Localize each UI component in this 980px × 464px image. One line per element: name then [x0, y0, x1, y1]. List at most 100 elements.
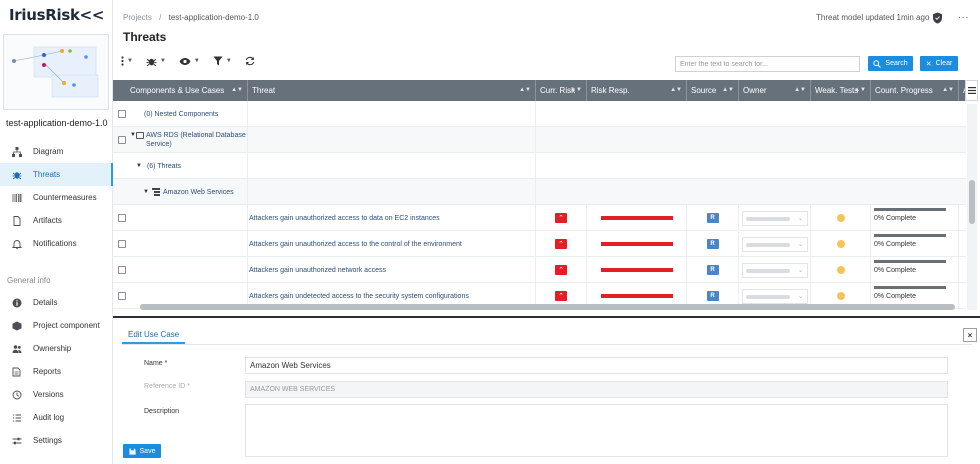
search-input[interactable] — [675, 56, 860, 72]
threats-group-label[interactable]: (6) Threats — [147, 163, 181, 170]
nested-components-link[interactable]: (0) Nested Components — [144, 111, 218, 118]
table-row[interactable]: Attackers gain unauthorized access to da… — [113, 205, 966, 231]
sidebar-item-settings[interactable]: Settings — [0, 429, 113, 452]
column-header-components[interactable]: Components & Use Cases ▲▼ — [113, 80, 248, 101]
sidebar-item-countermeasures[interactable]: Countermeasures — [0, 186, 113, 209]
reference-id-field — [245, 381, 948, 398]
owner-select[interactable]: ⌄ — [741, 288, 808, 304]
row-checkbox[interactable] — [118, 110, 126, 118]
column-menu-button[interactable] — [965, 80, 978, 101]
table-header: Components & Use Cases ▲▼ Threat ▲▼ Curr. … — [113, 80, 966, 101]
horizontal-scrollbar[interactable] — [140, 304, 955, 310]
threat-options-button[interactable]: ▼ — [146, 56, 166, 67]
sidebar-item-ownership[interactable]: Ownership — [0, 337, 113, 360]
file-icon — [11, 215, 23, 227]
table-row[interactable]: ▼ (6) Threats — [113, 153, 966, 179]
source-cell: R — [687, 231, 739, 257]
component-cell — [113, 205, 248, 231]
caret-down-icon[interactable]: ▼ — [143, 189, 149, 195]
name-field[interactable] — [245, 357, 948, 374]
column-header-label: Count. Progress — [875, 86, 933, 95]
chevron-down-icon: ⌄ — [797, 214, 804, 222]
sidebar-item-versions[interactable]: Versions — [0, 383, 113, 406]
shield-icon[interactable] — [932, 12, 943, 26]
table-row[interactable]: ▼ AWS RDS (Relational Database Service) — [113, 127, 966, 153]
search-icon — [873, 59, 882, 68]
sidebar-item-threats[interactable]: Threats — [0, 163, 113, 186]
sidebar-item-notifications[interactable]: Notifications — [0, 232, 113, 255]
bell-icon — [11, 238, 23, 250]
sidebar-item-label: Threats — [33, 170, 61, 179]
threat-name[interactable]: Attackers gain unauthorized access to da… — [249, 215, 440, 222]
progress-cell: 0% Complete — [871, 231, 959, 257]
high-risk-icon[interactable]: ⌃ — [555, 239, 567, 249]
column-header-source[interactable]: Source ▲▼ — [687, 80, 739, 101]
chevron-down-icon: ⌄ — [797, 240, 804, 248]
list-icon — [11, 412, 23, 424]
owner-select[interactable]: ⌄ — [741, 236, 808, 252]
use-case-label[interactable]: Amazon Web Services — [163, 189, 234, 196]
test-status-dot — [836, 240, 845, 248]
chevron-down-icon: ⌄ — [797, 266, 804, 274]
tab-edit-use-case[interactable]: Edit Use Case — [122, 326, 186, 344]
column-header-countermeasure-progress[interactable]: Count. Progress ▲▼ — [871, 80, 959, 101]
owner-select[interactable]: ⌄ — [741, 262, 808, 278]
table-row[interactable]: Attackers gain unauthorized network acce… — [113, 257, 966, 283]
filter-button[interactable]: ▼ — [213, 56, 232, 66]
table-row[interactable]: Attackers gain unauthorized access to th… — [113, 231, 966, 257]
sort-icon: ▲▼ — [942, 87, 954, 93]
component-cell: ▼ (6) Threats — [113, 153, 248, 179]
threat-name[interactable]: Attackers gain undetected access to the … — [249, 293, 469, 300]
panel-splitter[interactable] — [113, 316, 980, 318]
actions-menu-button[interactable]: ▼ — [121, 56, 133, 66]
column-header-owner[interactable]: Owner ▲▼ — [739, 80, 811, 101]
breadcrumb-projects[interactable]: Projects — [123, 13, 152, 22]
owner-value-blurred — [745, 242, 790, 247]
sort-icon: ▲▼ — [231, 87, 243, 93]
row-checkbox[interactable] — [118, 266, 126, 274]
column-header-weakness-tests[interactable]: Weak. Tests ▲▼ — [811, 80, 871, 101]
test-status-dot — [836, 214, 845, 222]
test-status-dot — [836, 292, 845, 300]
view-options-button[interactable]: ▼ — [179, 57, 200, 66]
description-field[interactable] — [245, 404, 948, 457]
vertical-scrollbar[interactable] — [969, 180, 975, 224]
close-panel-button[interactable]: × — [963, 328, 977, 342]
row-checkbox[interactable] — [118, 292, 126, 300]
component-label[interactable]: AWS RDS (Relational Database Service) — [146, 131, 246, 149]
sidebar-item-label: Audit log — [33, 413, 65, 422]
column-header-risk-response[interactable]: Risk Resp. ▲▼ — [587, 80, 687, 101]
sidebar-item-reports[interactable]: Reports — [0, 360, 113, 383]
clear-button[interactable]: ✕ Clear — [920, 56, 958, 71]
refresh-button[interactable] — [245, 56, 255, 66]
sidebar-item-artifacts[interactable]: Artifacts — [0, 209, 113, 232]
row-checkbox[interactable] — [118, 240, 126, 248]
caret-down-icon[interactable]: ▼ — [136, 163, 142, 169]
threat-name[interactable]: Attackers gain unauthorized network acce… — [249, 267, 386, 274]
high-risk-icon[interactable]: ⌃ — [555, 265, 567, 275]
high-risk-icon[interactable]: ⌃ — [555, 213, 567, 223]
column-header-threat[interactable]: Threat ▲▼ — [248, 80, 536, 101]
sidebar-item-project-component[interactable]: Project component — [0, 314, 113, 337]
save-button[interactable]: Save — [123, 444, 161, 458]
search-button[interactable]: Search — [868, 56, 913, 71]
app-logo[interactable]: IriusRisk<< — [9, 6, 104, 24]
table-row[interactable]: ▼ Amazon Web Services — [113, 179, 966, 205]
refresh-icon — [245, 56, 255, 66]
owner-select[interactable]: ⌄ — [741, 210, 808, 226]
more-options-button[interactable]: ... — [958, 10, 969, 21]
sidebar-item-diagram[interactable]: Diagram — [0, 140, 113, 163]
sidebar-item-details[interactable]: Details — [0, 291, 113, 314]
diagram-thumbnail[interactable] — [3, 34, 109, 110]
sidebar-item-audit-log[interactable]: Audit log — [0, 406, 113, 429]
column-header-label: Weak. Tests — [815, 86, 859, 95]
owner-value-blurred — [745, 268, 790, 273]
risk-response-cell — [587, 231, 687, 257]
threat-name[interactable]: Attackers gain unauthorized access to th… — [249, 241, 462, 248]
model-status-text: Threat model updated 1min ago — [816, 13, 930, 22]
row-checkbox[interactable] — [118, 136, 126, 144]
table-row[interactable]: (0) Nested Components — [113, 101, 966, 127]
column-header-current-risk[interactable]: Curr. Risk ▲▼ — [536, 80, 587, 101]
row-checkbox[interactable] — [118, 214, 126, 222]
high-risk-icon[interactable]: ⌃ — [555, 291, 567, 301]
